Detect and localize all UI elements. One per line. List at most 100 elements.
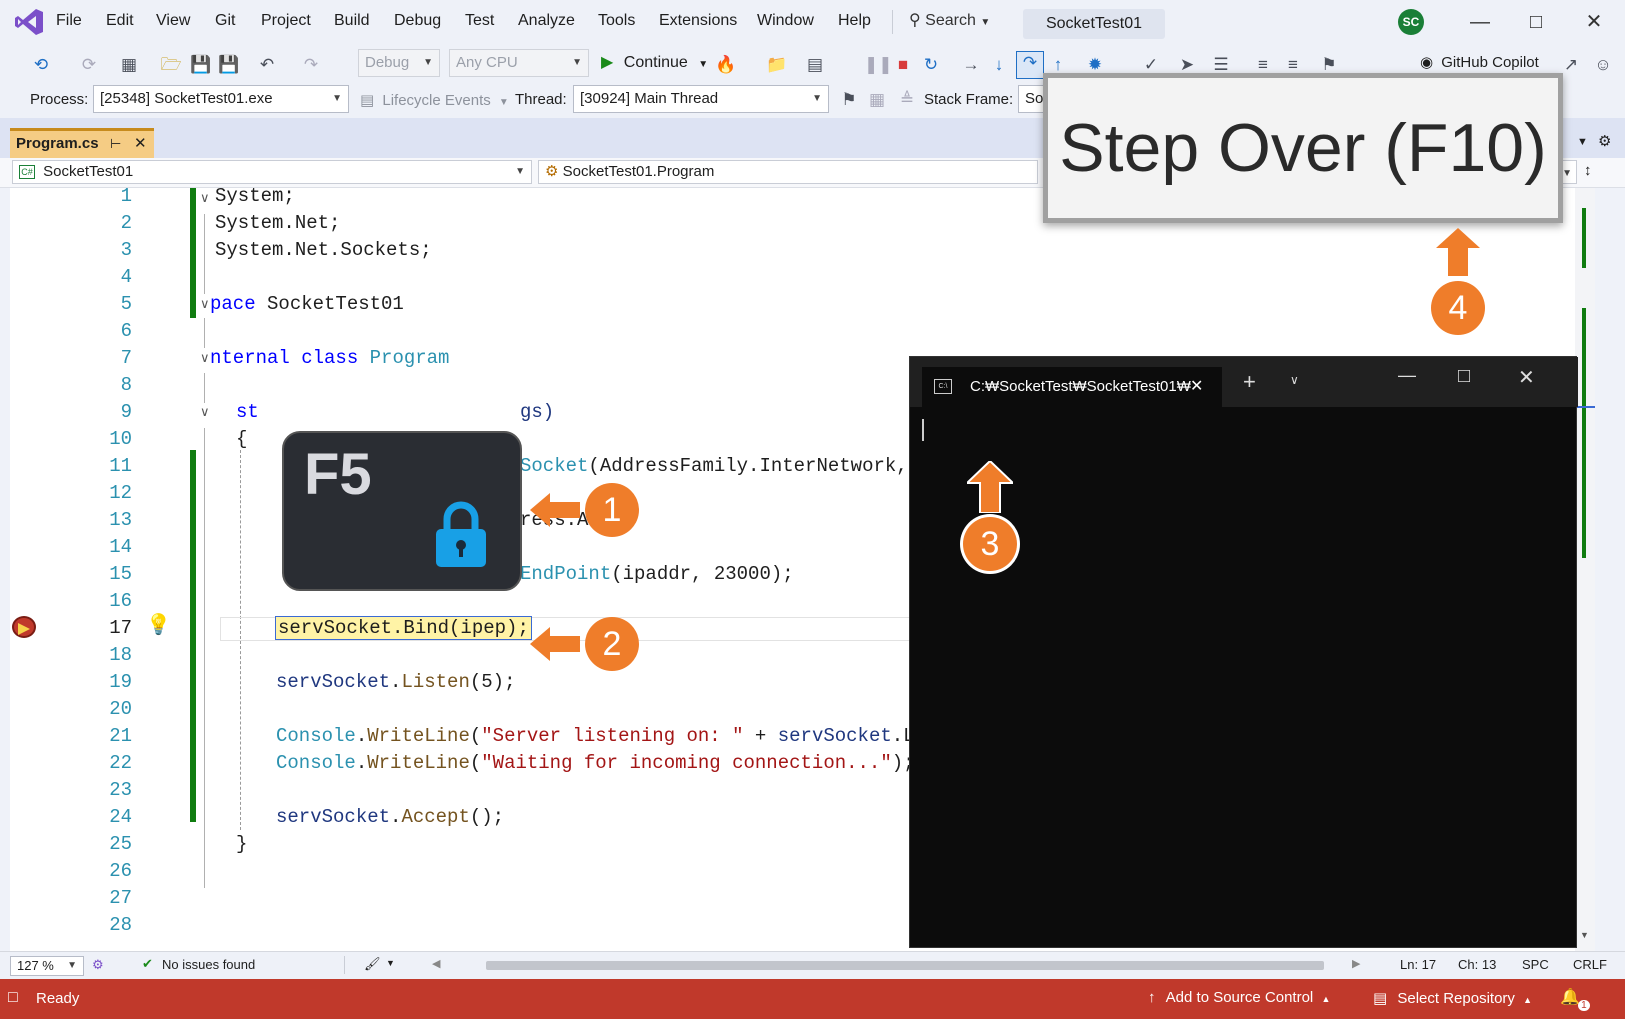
line-number: 22: [109, 752, 132, 774]
whitespace-indicator[interactable]: SPC: [1522, 957, 1549, 972]
redo-icon[interactable]: ↷: [300, 54, 322, 76]
scroll-left-icon[interactable]: ◀: [432, 957, 440, 970]
menu-edit[interactable]: Edit: [106, 12, 134, 30]
search-box[interactable]: ⚲ Search ▼: [909, 10, 990, 30]
line-number: 2: [120, 212, 132, 234]
hot-reload-icon[interactable]: 🔥: [715, 54, 737, 76]
folder-icon[interactable]: 📁: [766, 54, 788, 76]
save-all-icon[interactable]: 💾: [218, 54, 240, 76]
current-statement: servSocket.Bind(ipep);: [275, 616, 532, 640]
code-cleanup-icon[interactable]: 🖌: [364, 956, 381, 972]
chevron-down-icon[interactable]: ▼: [386, 958, 395, 968]
menu-debug[interactable]: Debug: [394, 12, 441, 30]
maximize-button[interactable]: □: [1516, 6, 1556, 38]
close-tab-icon[interactable]: ✕: [134, 131, 147, 157]
menu-analyze[interactable]: Analyze: [518, 12, 575, 30]
thread-dropdown[interactable]: [30924] Main Thread ▼: [573, 85, 829, 113]
save-icon[interactable]: 💾: [190, 54, 212, 76]
close-button[interactable]: ✕: [1518, 365, 1535, 390]
continue-button[interactable]: ▶ Continue ▼: [601, 52, 708, 72]
minimize-button[interactable]: —: [1398, 365, 1416, 386]
lightbulb-icon[interactable]: 💡: [146, 612, 171, 637]
fold-chevron-icon[interactable]: ∨: [200, 404, 210, 420]
flag-icon[interactable]: ⚑: [838, 89, 860, 111]
fold-chevron-icon[interactable]: ∨: [200, 190, 210, 206]
lifecycle-icon: ▤: [360, 92, 375, 109]
menu-window[interactable]: Window: [757, 12, 814, 30]
chevron-down-icon: ▼: [698, 59, 709, 70]
type-dropdown[interactable]: ⚙ SocketTest01.Program: [538, 160, 1038, 184]
maximize-button[interactable]: □: [1458, 365, 1470, 388]
current-statement-arrow-icon[interactable]: [12, 616, 36, 638]
new-item-icon[interactable]: ▦: [118, 54, 140, 76]
line-number: 16: [109, 590, 132, 612]
tab-list-dropdown-icon[interactable]: ▼: [1577, 136, 1588, 148]
navigate-back-icon[interactable]: ⟲: [30, 54, 52, 76]
stack-icon[interactable]: ≜: [896, 89, 918, 111]
menu-extensions[interactable]: Extensions: [659, 12, 737, 30]
zoom-dropdown[interactable]: 127 % ▼: [10, 956, 84, 976]
line-ending-indicator[interactable]: CRLF: [1573, 957, 1607, 972]
threads-icon[interactable]: ▦: [866, 89, 888, 111]
show-next-statement-icon[interactable]: →: [960, 54, 982, 76]
open-folder-icon[interactable]: 🗁: [160, 54, 182, 76]
menu-git[interactable]: Git: [215, 12, 235, 30]
line-number: 6: [120, 320, 132, 342]
pause-icon[interactable]: ❚❚: [864, 54, 893, 76]
line-number: 10: [109, 428, 132, 450]
menu-view[interactable]: View: [156, 12, 190, 30]
menu-build[interactable]: Build: [334, 12, 370, 30]
menu-help[interactable]: Help: [838, 12, 871, 30]
window-layout-icon[interactable]: ▤: [804, 54, 826, 76]
intellicode-icon[interactable]: ⚙: [92, 957, 104, 973]
column-indicator[interactable]: Ch: 13: [1458, 957, 1496, 972]
add-to-source-control-button[interactable]: ↑ Add to Source Control ▲: [1148, 989, 1330, 1006]
line-number: 3: [120, 239, 132, 261]
feedback-icon[interactable]: ☺: [1592, 54, 1614, 76]
line-indicator[interactable]: Ln: 17: [1400, 957, 1436, 972]
console-tab[interactable]: C:\ C:₩SocketTest₩SocketTest01₩ ✕: [922, 367, 1222, 407]
platform-dropdown[interactable]: Any CPU ▼: [449, 49, 589, 77]
step-into-icon[interactable]: ↓: [988, 54, 1010, 76]
search-label: Search: [925, 12, 976, 29]
close-tab-icon[interactable]: ✕: [1190, 367, 1203, 407]
avatar[interactable]: SC: [1398, 9, 1424, 35]
menu-project[interactable]: Project: [261, 12, 311, 30]
close-button[interactable]: ✕: [1574, 6, 1614, 38]
fold-chevron-icon[interactable]: ∨: [200, 296, 210, 312]
chevron-down-icon[interactable]: ∨: [1290, 373, 1299, 387]
split-icon[interactable]: ↕: [1584, 162, 1592, 179]
share-icon[interactable]: ↗: [1560, 54, 1582, 76]
project-dropdown[interactable]: C# SocketTest01 ▼: [12, 160, 532, 184]
navigate-forward-icon[interactable]: ⟳: [78, 54, 100, 76]
lifecycle-events-button[interactable]: ▤ Lifecycle Events ▼: [360, 91, 509, 109]
minimize-button[interactable]: —: [1460, 6, 1500, 38]
undo-icon[interactable]: ↶: [256, 54, 278, 76]
horizontal-scrollbar-thumb[interactable]: [486, 961, 1324, 970]
menu-test[interactable]: Test: [465, 12, 494, 30]
process-dropdown[interactable]: [25348] SocketTest01.exe ▼: [93, 85, 349, 113]
stop-icon[interactable]: ■: [892, 54, 914, 76]
console-window[interactable]: C:\ C:₩SocketTest₩SocketTest01₩ ✕ + ∨ — …: [909, 356, 1578, 948]
pin-icon[interactable]: ⊢: [110, 131, 121, 157]
new-tab-icon[interactable]: +: [1243, 369, 1256, 395]
code-line-9-start: st: [236, 401, 259, 423]
gear-icon[interactable]: ⚙: [1598, 132, 1611, 150]
step-over-icon[interactable]: ↷: [1016, 51, 1044, 79]
menu-tools[interactable]: Tools: [598, 12, 635, 30]
notifications-button[interactable]: 🔔 1: [1560, 987, 1596, 1011]
output-icon[interactable]: □: [8, 989, 18, 1007]
arrow-up-icon: [967, 461, 1013, 513]
configuration-dropdown[interactable]: Debug ▼: [358, 49, 440, 77]
scroll-right-icon[interactable]: ▶: [1352, 957, 1360, 970]
fold-chevron-icon[interactable]: ∨: [200, 350, 210, 366]
code-line-19: servSocket.Listen(5);: [276, 671, 516, 693]
github-copilot-button[interactable]: ◉ GitHub Copilot: [1420, 53, 1539, 71]
select-repository-button[interactable]: ▤ Select Repository ▲: [1373, 989, 1532, 1007]
restart-icon[interactable]: ↻: [920, 54, 942, 76]
tab-program-cs[interactable]: Program.cs ⊢ ✕: [10, 128, 154, 158]
vertical-scrollbar[interactable]: ▼: [1575, 188, 1595, 951]
issues-status[interactable]: No issues found: [162, 957, 255, 972]
code-line-7: nternal class Program: [210, 347, 450, 369]
menu-file[interactable]: File: [56, 12, 82, 30]
